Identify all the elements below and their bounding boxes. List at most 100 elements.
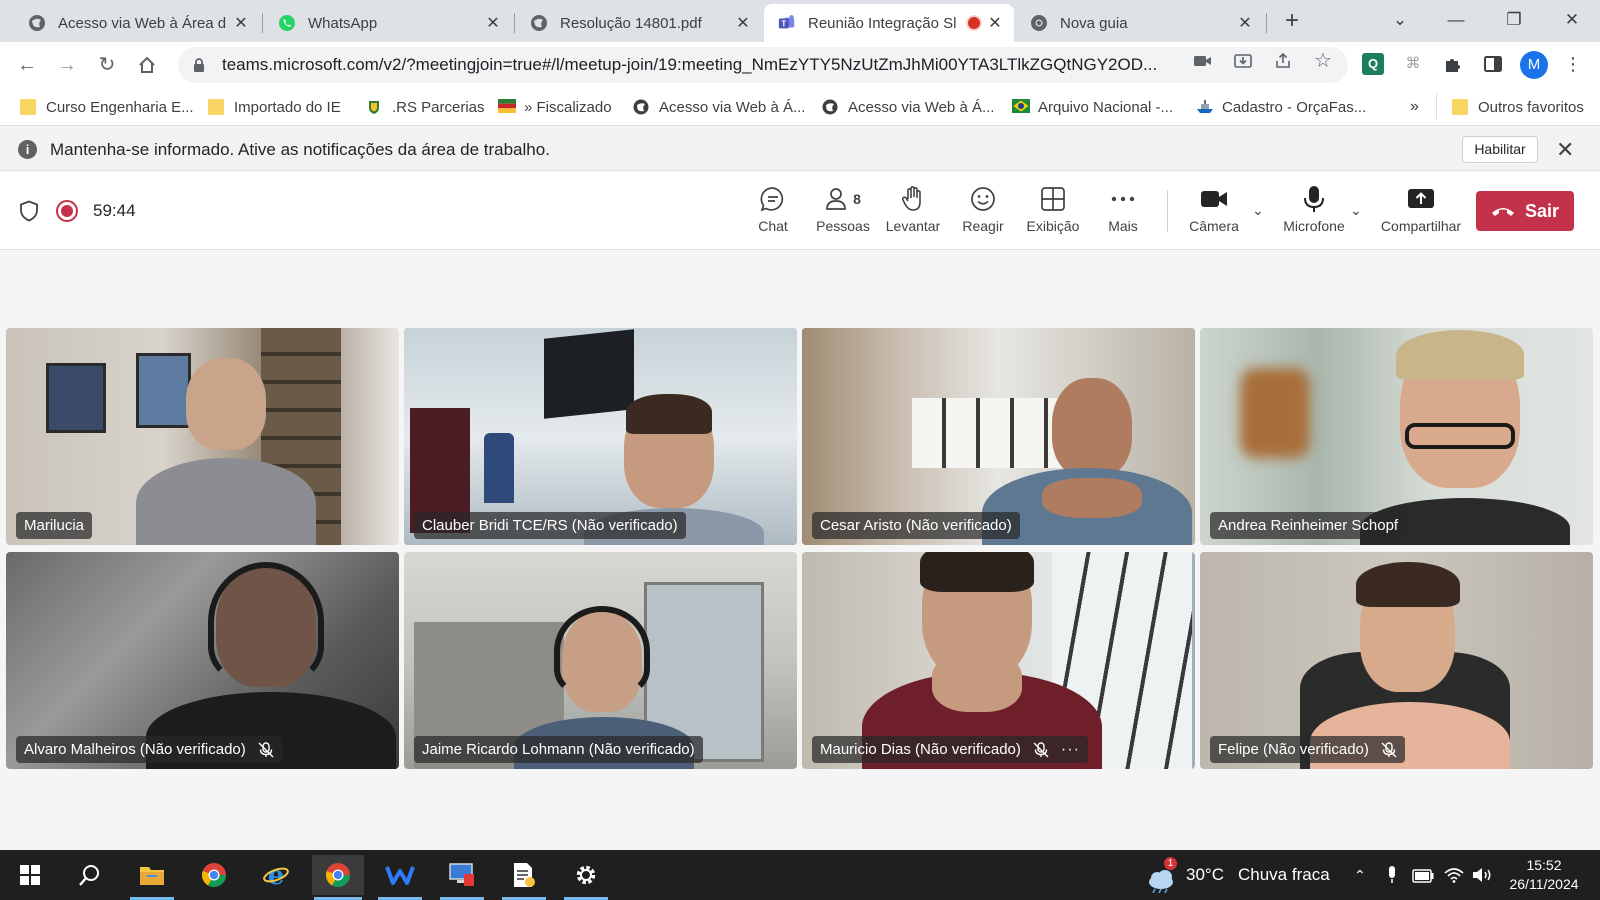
react-button[interactable]: Reagir [948, 184, 1018, 240]
bookmark-item[interactable]: Arquivo Nacional -... [1012, 97, 1173, 117]
search-icon[interactable] [64, 855, 116, 895]
show-hidden-icons-chevron-icon[interactable]: ⌃ [1354, 850, 1366, 900]
bookmark-item[interactable]: Acesso via Web à Á... [633, 97, 805, 117]
weather-temperature: 30°C [1186, 865, 1224, 884]
participant-body [136, 458, 316, 545]
internet-explorer-icon[interactable]: e [250, 855, 302, 895]
leave-meeting-button[interactable]: Sair [1476, 191, 1574, 231]
participant-name: Mauricio Dias (Não verificado) [820, 741, 1021, 758]
people-button[interactable]: 8 Pessoas [808, 184, 878, 240]
restore-icon[interactable]: ❐ [1494, 6, 1534, 34]
bookmark-star-icon[interactable]: ☆ [1312, 50, 1334, 72]
bookmark-item[interactable]: .RS Parcerias [366, 97, 485, 117]
address-bar[interactable]: teams.microsoft.com/v2/?meetingjoin=true… [178, 47, 1348, 83]
share-icon[interactable] [1272, 50, 1294, 72]
microphone-options-chevron-icon[interactable]: ⌄ [1350, 202, 1362, 219]
participant-more-options-icon[interactable]: ··· [1061, 741, 1080, 759]
tab-search-chevron-icon[interactable]: ⌄ [1380, 6, 1420, 34]
tab-close-icon[interactable]: ✕ [232, 13, 250, 33]
webex-icon[interactable] [374, 855, 426, 900]
tab-acesso-web[interactable]: Acesso via Web à Área de ✕ [14, 4, 260, 42]
bookmarks-overflow-chevron-icon[interactable]: » [1410, 97, 1419, 117]
extensions-puzzle-icon[interactable] [1440, 51, 1466, 77]
participant-tile-felipe[interactable]: Felipe (Não verificado) [1200, 552, 1593, 769]
chrome-active-icon[interactable] [312, 855, 364, 900]
participant-tile-andrea[interactable]: Andrea Reinheimer Schopf [1200, 328, 1593, 545]
browser-menu-kebab-icon[interactable]: ⋮ [1560, 51, 1586, 77]
blurred-object [1240, 368, 1310, 458]
install-app-icon[interactable] [1232, 50, 1254, 72]
shield-icon[interactable] [19, 200, 39, 222]
bookmarks-divider [1436, 93, 1437, 119]
svg-text:T: T [781, 20, 786, 29]
bookmark-item[interactable]: Acesso via Web à Á... [822, 97, 994, 117]
participant-name: Jaime Ricardo Lohmann (Não verificado) [422, 741, 695, 758]
chrome-icon[interactable] [188, 855, 240, 895]
bookmark-label: Cadastro - OrçaFas... [1222, 98, 1367, 116]
participant-tile-alvaro[interactable]: Alvaro Malheiros (Não verificado) [6, 552, 399, 769]
other-favorites-folder[interactable]: Outros favoritos [1452, 97, 1584, 117]
profile-avatar[interactable]: M [1520, 51, 1548, 79]
muted-mic-icon [1381, 741, 1397, 758]
bookmark-item[interactable]: Importado do IE [208, 97, 341, 117]
participant-tile-marilucia[interactable]: Marilucia [6, 328, 399, 545]
side-panel-icon[interactable] [1480, 51, 1506, 77]
chrome-icon [1030, 14, 1048, 32]
home-icon[interactable] [133, 51, 161, 79]
bookmark-item[interactable]: Cadastro - OrçaFas... [1196, 97, 1366, 117]
bookmark-item[interactable]: Curso Engenharia E... [20, 97, 194, 117]
extension-q-icon[interactable]: Q [1362, 53, 1384, 75]
share-screen-button[interactable]: Compartilhar [1376, 184, 1466, 240]
extension-puzzle-grey-icon[interactable]: ⌘ [1400, 51, 1426, 77]
tab-whatsapp[interactable]: WhatsApp ✕ [264, 4, 512, 42]
clock-time: 15:52 [1526, 857, 1562, 873]
tab-reuniao-integracao[interactable]: T Reunião Integração Sl ✕ [764, 4, 1014, 42]
participant-tile-clauber[interactable]: Clauber Bridi TCE/RS (Não verificado) [404, 328, 797, 545]
tab-close-icon[interactable]: ✕ [484, 13, 502, 33]
svg-text:e: e [268, 862, 285, 888]
close-banner-icon[interactable]: ✕ [1556, 137, 1574, 163]
participant-tile-jaime[interactable]: Jaime Ricardo Lohmann (Não verificado) [404, 552, 797, 769]
forward-arrow-icon[interactable]: → [53, 51, 81, 79]
video-gallery: Marilucia Clauber Bridi TCE/RS (Não veri… [0, 250, 1600, 850]
document-icon[interactable] [498, 855, 550, 900]
file-explorer-icon[interactable] [126, 855, 178, 900]
camera-in-use-icon[interactable] [1192, 50, 1214, 72]
raise-hand-button[interactable]: Levantar [878, 184, 948, 240]
settings-gear-icon[interactable] [560, 855, 612, 900]
react-label: Reagir [962, 218, 1004, 234]
tab-close-icon[interactable]: ✕ [986, 13, 1004, 33]
reload-icon[interactable]: ↻ [93, 51, 121, 79]
windows-start-icon[interactable] [4, 855, 56, 895]
control-divider [1167, 190, 1168, 232]
remote-desktop-icon[interactable] [436, 855, 488, 900]
bookmark-item[interactable]: » Fiscalizado [498, 97, 612, 117]
microphone-button[interactable]: Microfone [1276, 184, 1352, 240]
participant-face [1052, 378, 1132, 478]
back-arrow-icon[interactable]: ← [13, 51, 41, 79]
camera-button[interactable]: Câmera [1178, 184, 1250, 240]
camera-options-chevron-icon[interactable]: ⌄ [1252, 202, 1264, 219]
new-tab-plus-icon[interactable]: + [1278, 8, 1306, 36]
view-button[interactable]: Exibição [1018, 184, 1088, 240]
tab-close-icon[interactable]: ✕ [734, 13, 752, 33]
tab-nova-guia[interactable]: Nova guia ✕ [1016, 4, 1264, 42]
wifi-icon[interactable] [1444, 867, 1464, 888]
tab-resolucao-pdf[interactable]: Resolução 14801.pdf ✕ [516, 4, 762, 42]
raise-hand-label: Levantar [885, 218, 941, 234]
tab-close-icon[interactable]: ✕ [1236, 13, 1254, 33]
chat-button[interactable]: Chat [738, 184, 808, 240]
window-close-icon[interactable]: ✕ [1552, 6, 1592, 34]
microphone-label: Microfone [1283, 218, 1345, 234]
battery-icon[interactable] [1412, 868, 1434, 888]
participant-tile-cesar[interactable]: Cesar Aristo (Não verificado) [802, 328, 1195, 545]
system-clock[interactable]: 15:52 26/11/2024 [1500, 856, 1588, 894]
participant-tile-mauricio[interactable]: Mauricio Dias (Não verificado) ··· [802, 552, 1195, 769]
enable-notifications-button[interactable]: Habilitar [1462, 136, 1538, 163]
bookmark-label: Acesso via Web à Á... [848, 98, 995, 116]
microphone-tray-icon[interactable] [1386, 866, 1398, 889]
more-button[interactable]: Mais [1088, 184, 1158, 240]
volume-icon[interactable] [1472, 867, 1494, 888]
notification-message: Mantenha-se informado. Ative as notifica… [50, 140, 550, 159]
minimize-icon[interactable]: — [1436, 6, 1476, 34]
